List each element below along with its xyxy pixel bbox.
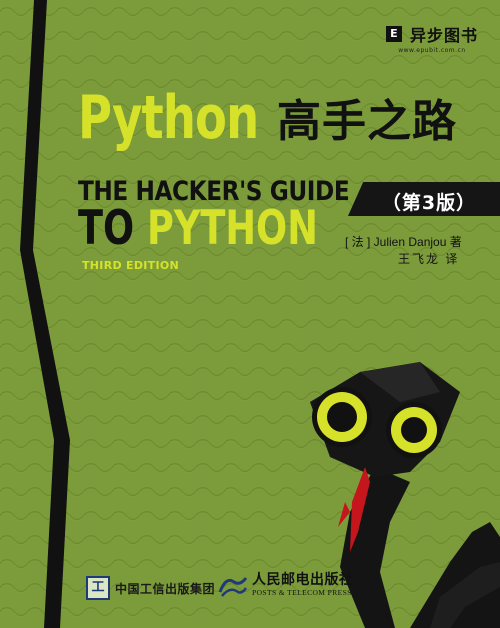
publisher-ptpress: 人民邮电出版社 POSTS & TELECOM PRESS: [218, 572, 354, 598]
subtitle-english-line2: TO PYTHON: [78, 205, 318, 252]
subtitle-python: PYTHON: [146, 201, 318, 256]
title-python: Python: [78, 83, 259, 153]
book-cover: E 异步图书 www.epubit.com.cn Python 高手之路 THE…: [0, 0, 500, 628]
publisher-ptpress-english: POSTS & TELECOM PRESS: [252, 588, 352, 598]
publisher-logo-name: 异步图书: [409, 26, 478, 45]
ptpress-logo-icon: [218, 577, 248, 597]
edition-badge-text: （第3版）: [381, 192, 477, 214]
subtitle-to: TO: [78, 201, 147, 256]
translator-credit: 王飞龙 译: [398, 252, 460, 266]
publisher-ptpress-name: 人民邮电出版社: [252, 572, 354, 588]
publisher-miit-name: 中国工信出版集团: [115, 581, 216, 596]
epubit-logo-icon: E: [385, 26, 402, 42]
edition-english: THIRD EDITION: [82, 259, 180, 272]
publisher-logo-epubit: E 异步图书 www.epubit.com.cn: [385, 22, 478, 54]
publisher-logo-url: www.epubit.com.cn: [398, 47, 466, 54]
publisher-miit: 工 中国工信出版集团: [86, 576, 215, 600]
miit-logo-icon: 工: [86, 576, 110, 600]
title-chinese: 高手之路: [277, 96, 457, 147]
author-credit: [ 法 ] Julien Danjou 著: [345, 235, 462, 249]
